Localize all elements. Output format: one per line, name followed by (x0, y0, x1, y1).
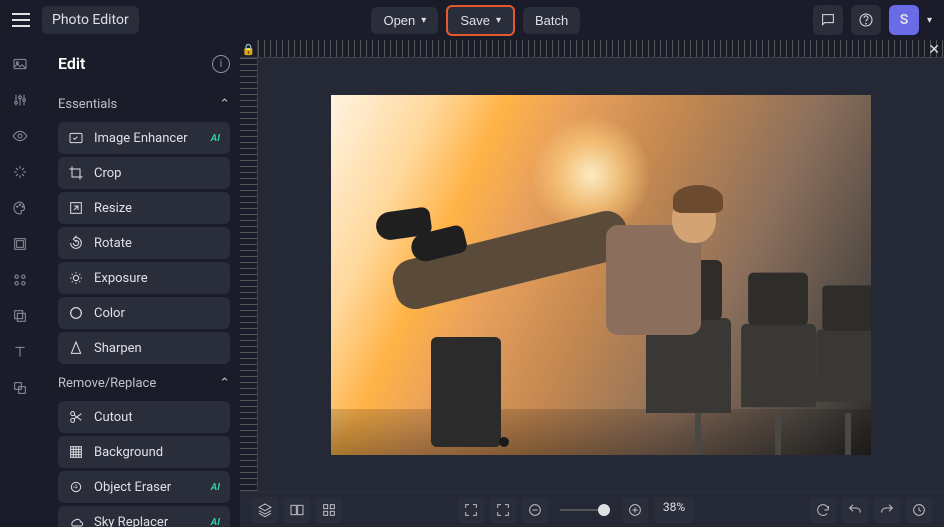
save-label: Save (460, 13, 490, 28)
ai-badge: AI (211, 482, 220, 493)
fit-icon[interactable] (490, 497, 516, 523)
item-color[interactable]: Color (58, 297, 230, 329)
comments-icon[interactable] (813, 5, 843, 35)
rotate-icon (68, 235, 84, 251)
zoom-value[interactable]: 38% (654, 497, 694, 523)
topbar: Photo Editor Open ▾ Save ▾ Batch S ▾ (0, 0, 944, 40)
section-label: Remove/Replace (58, 376, 156, 391)
chevron-up-icon: ⌃ (219, 97, 230, 112)
ai-badge: AI (211, 517, 220, 527)
bottombar: 38% (240, 491, 944, 527)
section-label: Essentials (58, 97, 117, 112)
exposure-icon (68, 270, 84, 286)
history-icon[interactable] (906, 497, 932, 523)
color-icon (68, 305, 84, 321)
image-tool-icon[interactable] (10, 54, 30, 74)
lock-icon[interactable]: 🔒 (240, 40, 258, 58)
photo[interactable] (331, 95, 871, 455)
open-button[interactable]: Open ▾ (371, 7, 438, 34)
chevron-down-icon: ▾ (421, 15, 426, 26)
app-title: Photo Editor (42, 6, 139, 34)
ai-badge: AI (211, 133, 220, 144)
item-object-eraser[interactable]: Object EraserAI (58, 471, 230, 503)
batch-label: Batch (535, 13, 568, 28)
close-icon[interactable]: ✕ (928, 42, 940, 58)
text-tool-icon[interactable] (10, 342, 30, 362)
sidebar-title: Edit (58, 54, 85, 73)
elements-tool-icon[interactable] (10, 270, 30, 290)
save-button[interactable]: Save ▾ (446, 5, 515, 36)
compare-icon[interactable] (284, 497, 310, 523)
undo-icon[interactable] (842, 497, 868, 523)
zoom-out-icon[interactable] (522, 497, 548, 523)
section-remove-replace[interactable]: Remove/Replace ⌃ (58, 370, 230, 397)
sidebar: Edit i Essentials ⌃ Image EnhancerAI Cro… (40, 40, 240, 527)
item-sky-replacer[interactable]: Sky ReplacerAI (58, 506, 230, 527)
crop-icon (68, 165, 84, 181)
item-crop[interactable]: Crop (58, 157, 230, 189)
info-icon[interactable]: i (212, 55, 230, 73)
ruler-vertical (240, 58, 258, 491)
background-icon (68, 444, 84, 460)
canvas-area: 🔒 ✕ (240, 40, 944, 527)
eraser-icon (68, 479, 84, 495)
menu-icon[interactable] (12, 13, 30, 27)
tool-iconbar (0, 40, 40, 527)
item-rotate[interactable]: Rotate (58, 227, 230, 259)
item-sharpen[interactable]: Sharpen (58, 332, 230, 364)
zoom-in-icon[interactable] (622, 497, 648, 523)
section-essentials[interactable]: Essentials ⌃ (58, 91, 230, 118)
refresh-icon[interactable] (810, 497, 836, 523)
canvas-view[interactable] (258, 58, 944, 491)
chevron-up-icon: ⌃ (219, 376, 230, 391)
sky-icon (68, 514, 84, 527)
item-background[interactable]: Background (58, 436, 230, 468)
frame-tool-icon[interactable] (10, 234, 30, 254)
chevron-down-icon: ▾ (496, 15, 501, 26)
avatar-chevron-icon[interactable]: ▾ (927, 15, 932, 26)
overlay-tool-icon[interactable] (10, 306, 30, 326)
palette-tool-icon[interactable] (10, 198, 30, 218)
item-image-enhancer[interactable]: Image EnhancerAI (58, 122, 230, 154)
item-exposure[interactable]: Exposure (58, 262, 230, 294)
sharpen-icon (68, 340, 84, 356)
ruler-horizontal: 🔒 ✕ (240, 40, 944, 58)
item-resize[interactable]: Resize (58, 192, 230, 224)
zoom-slider[interactable] (560, 509, 610, 511)
eye-tool-icon[interactable] (10, 126, 30, 146)
fullscreen-icon[interactable] (458, 497, 484, 523)
open-label: Open (383, 13, 415, 28)
layers-icon[interactable] (252, 497, 278, 523)
layers-tool-icon[interactable] (10, 378, 30, 398)
avatar[interactable]: S (889, 5, 919, 35)
sparkle-tool-icon[interactable] (10, 162, 30, 182)
adjust-tool-icon[interactable] (10, 90, 30, 110)
help-icon[interactable] (851, 5, 881, 35)
redo-icon[interactable] (874, 497, 900, 523)
cutout-icon (68, 409, 84, 425)
enhancer-icon (68, 130, 84, 146)
batch-button[interactable]: Batch (523, 7, 580, 34)
grid-icon[interactable] (316, 497, 342, 523)
item-cutout[interactable]: Cutout (58, 401, 230, 433)
resize-icon (68, 200, 84, 216)
